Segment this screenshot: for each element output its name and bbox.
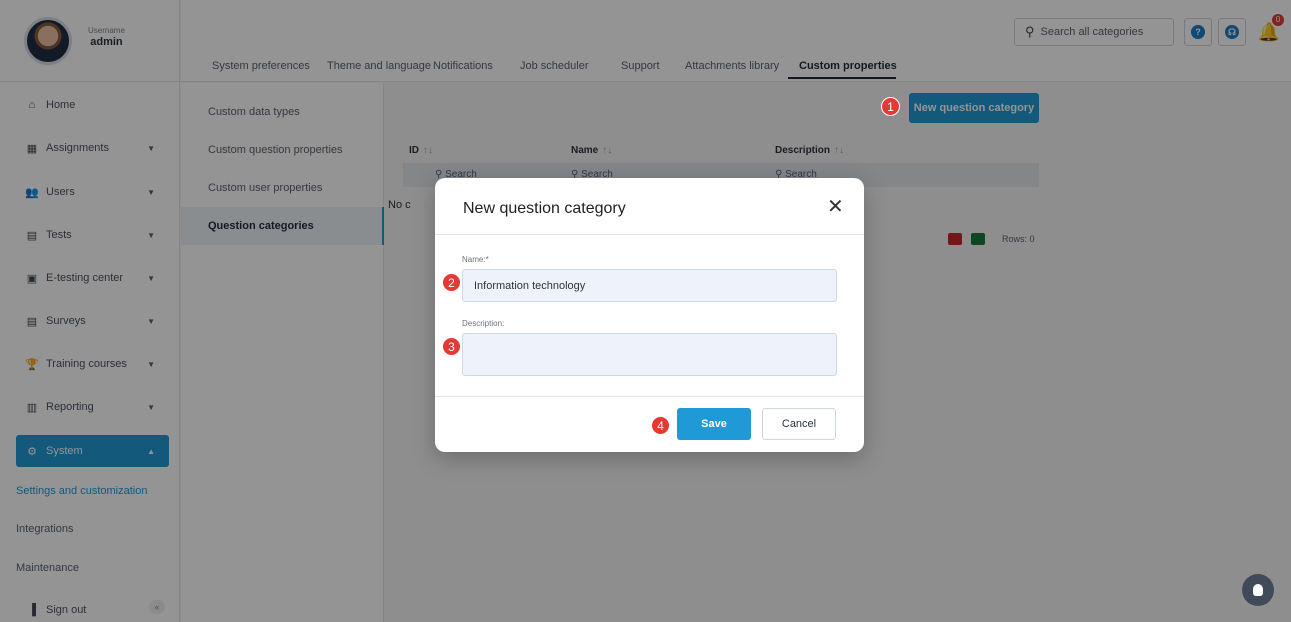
save-button[interactable]: Save <box>677 408 751 440</box>
description-field[interactable] <box>462 333 837 376</box>
cancel-button[interactable]: Cancel <box>762 408 836 440</box>
step-marker-4: 4 <box>651 416 670 435</box>
dialog-title: New question category <box>463 200 626 217</box>
dialog-divider <box>435 234 864 235</box>
description-label: Description: <box>462 319 505 328</box>
step-marker-3: 3 <box>442 337 461 356</box>
close-icon[interactable]: ✕ <box>827 194 844 219</box>
step-marker-1: 1 <box>881 97 900 116</box>
step-marker-2: 2 <box>442 273 461 292</box>
lightbulb-icon <box>1253 584 1263 596</box>
dialog-divider <box>435 396 864 397</box>
name-label: Name:* <box>462 255 489 264</box>
tips-button[interactable] <box>1242 574 1274 606</box>
name-field[interactable]: Information technology <box>462 269 837 302</box>
new-question-category-dialog: New question category ✕ Name:* Informati… <box>435 178 864 452</box>
